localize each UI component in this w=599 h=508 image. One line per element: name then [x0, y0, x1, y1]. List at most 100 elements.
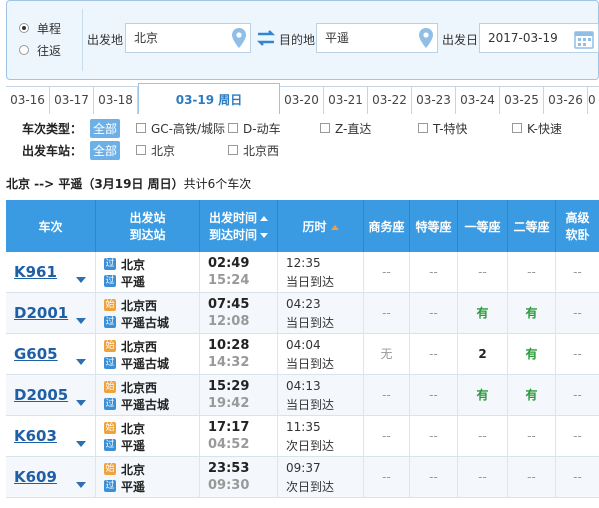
filter-k[interactable]: K-快速 [512, 120, 562, 137]
seat-first[interactable]: 有 [458, 293, 508, 333]
date-tab[interactable]: 03-26 [544, 87, 588, 114]
seat-first[interactable]: 有 [458, 375, 508, 415]
header-time[interactable]: 出发时间 到达时间 [200, 200, 278, 252]
sort-asc-icon[interactable] [330, 224, 339, 230]
calendar-icon[interactable] [574, 29, 594, 49]
checkbox[interactable] [228, 145, 238, 155]
train-number-link[interactable]: K961 [14, 263, 57, 281]
roundtrip-radio[interactable] [19, 45, 29, 55]
checkbox[interactable] [136, 145, 146, 155]
date-tab[interactable]: 03-21 [324, 87, 368, 114]
train-number-link[interactable]: D2005 [14, 386, 68, 404]
seat-first[interactable]: -- [458, 252, 508, 292]
seat-first[interactable]: 2 [458, 334, 508, 374]
chevron-down-icon[interactable] [76, 277, 86, 283]
seat-soft[interactable]: -- [556, 334, 599, 374]
trip-type-oneway[interactable]: 单程 [19, 17, 61, 39]
arrive-day: 当日到达 [286, 357, 335, 371]
train-number-link[interactable]: K609 [14, 468, 57, 486]
seat-soft[interactable]: -- [556, 252, 599, 292]
filter-station-beijing[interactable]: 北京 [136, 142, 175, 159]
oneway-radio[interactable] [19, 23, 29, 33]
date-tab[interactable]: 03-16 [6, 87, 50, 114]
date-tab[interactable]: 03-18 [94, 87, 138, 114]
seat-business[interactable]: -- [364, 252, 410, 292]
date-tab[interactable]: 0 [588, 87, 599, 114]
seat-business[interactable]: -- [364, 457, 410, 497]
swap-icon[interactable] [255, 29, 277, 47]
seat-second[interactable]: 有 [508, 375, 556, 415]
chevron-down-icon[interactable] [76, 318, 86, 324]
chevron-down-icon[interactable] [76, 400, 86, 406]
date-tab[interactable]: 03-24 [456, 87, 500, 114]
to-field[interactable]: 平遥 [316, 23, 438, 53]
station-cell: 始北京过平遥 [96, 457, 200, 497]
arrival-time: 19:42 [208, 396, 250, 411]
chevron-down-icon[interactable] [76, 441, 86, 447]
seat-business[interactable]: -- [364, 293, 410, 333]
seat-soft[interactable]: -- [556, 375, 599, 415]
filter-d[interactable]: D-动车 [228, 120, 281, 137]
trip-type-roundtrip[interactable]: 往返 [19, 39, 61, 61]
seat-second[interactable]: -- [508, 416, 556, 456]
train-number-link[interactable]: D2001 [14, 304, 68, 322]
date-field[interactable]: 2017-03-19 [479, 23, 599, 53]
seat-second[interactable]: 有 [508, 334, 556, 374]
checkbox[interactable] [512, 123, 522, 133]
train-type-all-button[interactable]: 全部 [90, 118, 121, 138]
departure-time: 15:29 [208, 379, 250, 394]
seat-special[interactable]: -- [410, 293, 458, 333]
seat-special[interactable]: -- [410, 457, 458, 497]
seat-second[interactable]: -- [508, 457, 556, 497]
date-tab-active[interactable]: 03-19 周日 [138, 83, 280, 114]
chevron-down-icon[interactable] [76, 482, 86, 488]
train-cell: G605 [6, 334, 96, 374]
filter-station-beijingxi[interactable]: 北京西 [228, 142, 279, 159]
seat-special[interactable]: -- [410, 334, 458, 374]
train-number-link[interactable]: K603 [14, 427, 57, 445]
station-all-button[interactable]: 全部 [90, 140, 121, 160]
date-tab[interactable]: 03-23 [412, 87, 456, 114]
seat-special[interactable]: -- [410, 252, 458, 292]
train-cell: K609 [6, 457, 96, 497]
checkbox[interactable] [228, 123, 238, 133]
seat-soft[interactable]: -- [556, 457, 599, 497]
station-badge-icon: 过 [104, 439, 116, 451]
date-tab[interactable]: 03-22 [368, 87, 412, 114]
arrive-day: 次日到达 [286, 480, 335, 494]
chevron-down-icon[interactable] [76, 359, 86, 365]
train-number-link[interactable]: G605 [14, 345, 58, 363]
summary-count: 共计6个车次 [183, 177, 252, 191]
sort-asc-icon[interactable] [260, 216, 268, 221]
date-tab[interactable]: 03-20 [280, 87, 324, 114]
header-special: 特等座 [410, 200, 458, 252]
seat-soft[interactable]: -- [556, 416, 599, 456]
filter-z[interactable]: Z-直达 [320, 120, 371, 137]
checkbox[interactable] [320, 123, 330, 133]
arrive-day: 次日到达 [286, 439, 335, 453]
checkbox[interactable] [136, 123, 146, 133]
seat-first[interactable]: -- [458, 416, 508, 456]
filter-gc[interactable]: GC-高铁/城际 [136, 120, 225, 137]
station-badge-icon: 始 [104, 463, 116, 475]
seat-second[interactable]: -- [508, 252, 556, 292]
arrive-day: 当日到达 [286, 316, 335, 330]
seat-special[interactable]: -- [410, 416, 458, 456]
seat-business[interactable]: -- [364, 416, 410, 456]
seat-second[interactable]: 有 [508, 293, 556, 333]
duration-cell: 12:35 当日到达 [278, 252, 364, 292]
to-station-name: 平遥 [121, 274, 146, 289]
seat-special[interactable]: -- [410, 375, 458, 415]
seat-first[interactable]: -- [458, 457, 508, 497]
date-tab[interactable]: 03-25 [500, 87, 544, 114]
checkbox[interactable] [418, 123, 428, 133]
seat-business[interactable]: -- [364, 375, 410, 415]
sort-desc-icon[interactable] [260, 233, 268, 238]
seat-business[interactable]: 无 [364, 334, 410, 374]
seat-soft[interactable]: -- [556, 293, 599, 333]
header-duration[interactable]: 历时 [278, 200, 364, 252]
from-field[interactable]: 北京 [125, 23, 251, 53]
from-station-name: 北京 [121, 257, 146, 272]
date-tab[interactable]: 03-17 [50, 87, 94, 114]
filter-t[interactable]: T-特快 [418, 120, 468, 137]
